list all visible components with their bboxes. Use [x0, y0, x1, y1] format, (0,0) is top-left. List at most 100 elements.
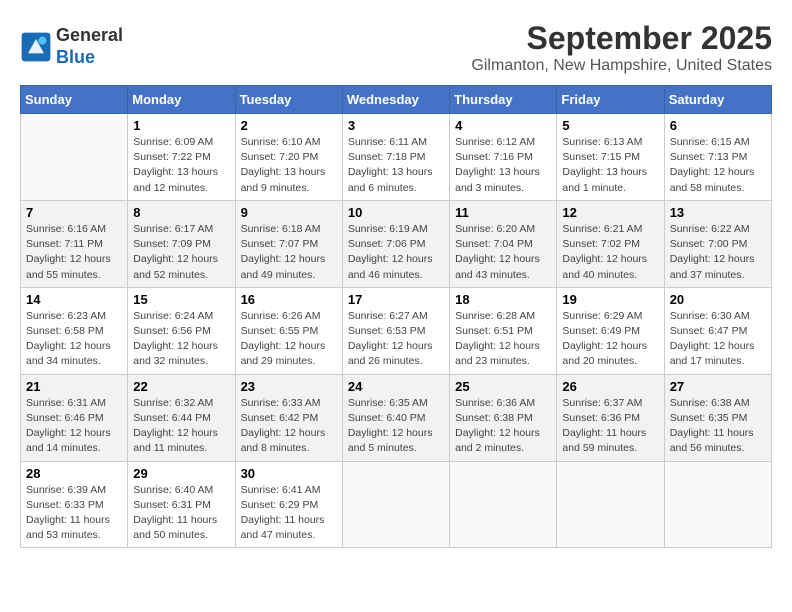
month-title: September 2025	[471, 20, 772, 57]
day-info: Sunrise: 6:19 AMSunset: 7:06 PMDaylight:…	[348, 222, 444, 283]
day-info: Sunrise: 6:15 AMSunset: 7:13 PMDaylight:…	[670, 135, 766, 196]
day-info: Sunrise: 6:33 AMSunset: 6:42 PMDaylight:…	[241, 396, 337, 457]
location-title: Gilmanton, New Hampshire, United States	[471, 57, 772, 75]
day-cell: 3Sunrise: 6:11 AMSunset: 7:18 PMDaylight…	[342, 114, 449, 201]
day-info: Sunrise: 6:27 AMSunset: 6:53 PMDaylight:…	[348, 309, 444, 370]
day-number: 15	[133, 292, 229, 307]
day-info: Sunrise: 6:10 AMSunset: 7:20 PMDaylight:…	[241, 135, 337, 196]
col-header-wednesday: Wednesday	[342, 86, 449, 114]
day-info: Sunrise: 6:40 AMSunset: 6:31 PMDaylight:…	[133, 483, 229, 544]
day-info: Sunrise: 6:13 AMSunset: 7:15 PMDaylight:…	[562, 135, 658, 196]
day-cell: 14 Sunrise: 6:23 AMSunset: 6:58 PMDayligh…	[21, 287, 128, 374]
week-row-3: 14 Sunrise: 6:23 AMSunset: 6:58 PMDayligh…	[21, 287, 772, 374]
day-info: Sunrise: 6:41 AMSunset: 6:29 PMDaylight:…	[241, 483, 337, 544]
day-number: 6	[670, 118, 766, 133]
col-header-sunday: Sunday	[21, 86, 128, 114]
day-number: 29	[133, 466, 229, 481]
day-number: 28	[26, 466, 122, 481]
day-number: 14	[26, 292, 122, 307]
day-info: Sunrise: 6:23 AMSunset: 6:58 PMDaylight:…	[26, 309, 122, 370]
day-info: Sunrise: 6:18 AMSunset: 7:07 PMDaylight:…	[241, 222, 337, 283]
title-block: September 2025 Gilmanton, New Hampshire,…	[471, 20, 772, 75]
day-cell: 20Sunrise: 6:30 AMSunset: 6:47 PMDayligh…	[664, 287, 771, 374]
day-number: 27	[670, 379, 766, 394]
col-header-tuesday: Tuesday	[235, 86, 342, 114]
day-info: Sunrise: 6:39 AMSunset: 6:33 PMDaylight:…	[26, 483, 122, 544]
day-number: 17	[348, 292, 444, 307]
day-cell: 4 Sunrise: 6:12 AMSunset: 7:16 PMDaylight…	[450, 114, 557, 201]
week-row-2: 7Sunrise: 6:16 AMSunset: 7:11 PMDaylight…	[21, 200, 772, 287]
logo: General Blue	[20, 25, 123, 68]
day-cell: 5 Sunrise: 6:13 AMSunset: 7:15 PMDaylight…	[557, 114, 664, 201]
day-number: 13	[670, 205, 766, 220]
day-cell: 11 Sunrise: 6:20 AMSunset: 7:04 PMDayligh…	[450, 200, 557, 287]
day-info: Sunrise: 6:09 AMSunset: 7:22 PMDaylight:…	[133, 135, 229, 196]
day-number: 1	[133, 118, 229, 133]
day-info: Sunrise: 6:36 AMSunset: 6:38 PMDaylight:…	[455, 396, 551, 457]
day-cell: 9Sunrise: 6:18 AMSunset: 7:07 PMDaylight…	[235, 200, 342, 287]
day-info: Sunrise: 6:20 AMSunset: 7:04 PMDaylight:…	[455, 222, 551, 283]
page-header: General Blue September 2025 Gilmanton, N…	[20, 20, 772, 75]
day-number: 22	[133, 379, 229, 394]
day-cell: 19 Sunrise: 6:29 AMSunset: 6:49 PMDayligh…	[557, 287, 664, 374]
day-number: 18	[455, 292, 551, 307]
day-cell: 2 Sunrise: 6:10 AMSunset: 7:20 PMDaylight…	[235, 114, 342, 201]
day-info: Sunrise: 6:38 AMSunset: 6:35 PMDaylight:…	[670, 396, 766, 457]
day-cell: 10 Sunrise: 6:19 AMSunset: 7:06 PMDayligh…	[342, 200, 449, 287]
day-cell: 12 Sunrise: 6:21 AMSunset: 7:02 PMDayligh…	[557, 200, 664, 287]
day-cell: 15 Sunrise: 6:24 AMSunset: 6:56 PMDayligh…	[128, 287, 235, 374]
day-cell: 29 Sunrise: 6:40 AMSunset: 6:31 PMDayligh…	[128, 461, 235, 548]
day-cell: 22 Sunrise: 6:32 AMSunset: 6:44 PMDayligh…	[128, 374, 235, 461]
calendar-header-row: SundayMondayTuesdayWednesdayThursdayFrid…	[21, 86, 772, 114]
day-number: 26	[562, 379, 658, 394]
day-cell: 23 Sunrise: 6:33 AMSunset: 6:42 PMDayligh…	[235, 374, 342, 461]
logo-icon	[20, 31, 52, 63]
day-number: 11	[455, 205, 551, 220]
day-info: Sunrise: 6:26 AMSunset: 6:55 PMDaylight:…	[241, 309, 337, 370]
day-cell: 30Sunrise: 6:41 AMSunset: 6:29 PMDayligh…	[235, 461, 342, 548]
day-number: 12	[562, 205, 658, 220]
week-row-5: 28 Sunrise: 6:39 AMSunset: 6:33 PMDayligh…	[21, 461, 772, 548]
week-row-1: 1 Sunrise: 6:09 AMSunset: 7:22 PMDaylight…	[21, 114, 772, 201]
day-number: 2	[241, 118, 337, 133]
day-cell: 7Sunrise: 6:16 AMSunset: 7:11 PMDaylight…	[21, 200, 128, 287]
day-number: 10	[348, 205, 444, 220]
day-number: 5	[562, 118, 658, 133]
day-info: Sunrise: 6:12 AMSunset: 7:16 PMDaylight:…	[455, 135, 551, 196]
day-cell: 28 Sunrise: 6:39 AMSunset: 6:33 PMDayligh…	[21, 461, 128, 548]
day-info: Sunrise: 6:31 AMSunset: 6:46 PMDaylight:…	[26, 396, 122, 457]
day-cell	[21, 114, 128, 201]
day-info: Sunrise: 6:24 AMSunset: 6:56 PMDaylight:…	[133, 309, 229, 370]
col-header-thursday: Thursday	[450, 86, 557, 114]
day-number: 24	[348, 379, 444, 394]
day-cell: 17 Sunrise: 6:27 AMSunset: 6:53 PMDayligh…	[342, 287, 449, 374]
day-number: 23	[241, 379, 337, 394]
day-number: 8	[133, 205, 229, 220]
day-cell: 26 Sunrise: 6:37 AMSunset: 6:36 PMDayligh…	[557, 374, 664, 461]
day-info: Sunrise: 6:28 AMSunset: 6:51 PMDaylight:…	[455, 309, 551, 370]
day-number: 21	[26, 379, 122, 394]
day-info: Sunrise: 6:37 AMSunset: 6:36 PMDaylight:…	[562, 396, 658, 457]
day-cell: 1 Sunrise: 6:09 AMSunset: 7:22 PMDaylight…	[128, 114, 235, 201]
day-cell: 27 Sunrise: 6:38 AMSunset: 6:35 PMDayligh…	[664, 374, 771, 461]
day-number: 19	[562, 292, 658, 307]
day-cell: 16 Sunrise: 6:26 AMSunset: 6:55 PMDayligh…	[235, 287, 342, 374]
day-info: Sunrise: 6:22 AMSunset: 7:00 PMDaylight:…	[670, 222, 766, 283]
calendar-table: SundayMondayTuesdayWednesdayThursdayFrid…	[20, 85, 772, 548]
day-info: Sunrise: 6:21 AMSunset: 7:02 PMDaylight:…	[562, 222, 658, 283]
day-cell: 25 Sunrise: 6:36 AMSunset: 6:38 PMDayligh…	[450, 374, 557, 461]
day-info: Sunrise: 6:35 AMSunset: 6:40 PMDaylight:…	[348, 396, 444, 457]
day-cell: 6 Sunrise: 6:15 AMSunset: 7:13 PMDaylight…	[664, 114, 771, 201]
day-info: Sunrise: 6:17 AMSunset: 7:09 PMDaylight:…	[133, 222, 229, 283]
day-info: Sunrise: 6:32 AMSunset: 6:44 PMDaylight:…	[133, 396, 229, 457]
day-info: Sunrise: 6:11 AMSunset: 7:18 PMDaylight:…	[348, 135, 444, 196]
day-info: Sunrise: 6:29 AMSunset: 6:49 PMDaylight:…	[562, 309, 658, 370]
col-header-friday: Friday	[557, 86, 664, 114]
day-number: 4	[455, 118, 551, 133]
day-cell	[342, 461, 449, 548]
day-cell: 8 Sunrise: 6:17 AMSunset: 7:09 PMDaylight…	[128, 200, 235, 287]
day-number: 16	[241, 292, 337, 307]
week-row-4: 21 Sunrise: 6:31 AMSunset: 6:46 PMDayligh…	[21, 374, 772, 461]
day-number: 25	[455, 379, 551, 394]
day-cell	[664, 461, 771, 548]
